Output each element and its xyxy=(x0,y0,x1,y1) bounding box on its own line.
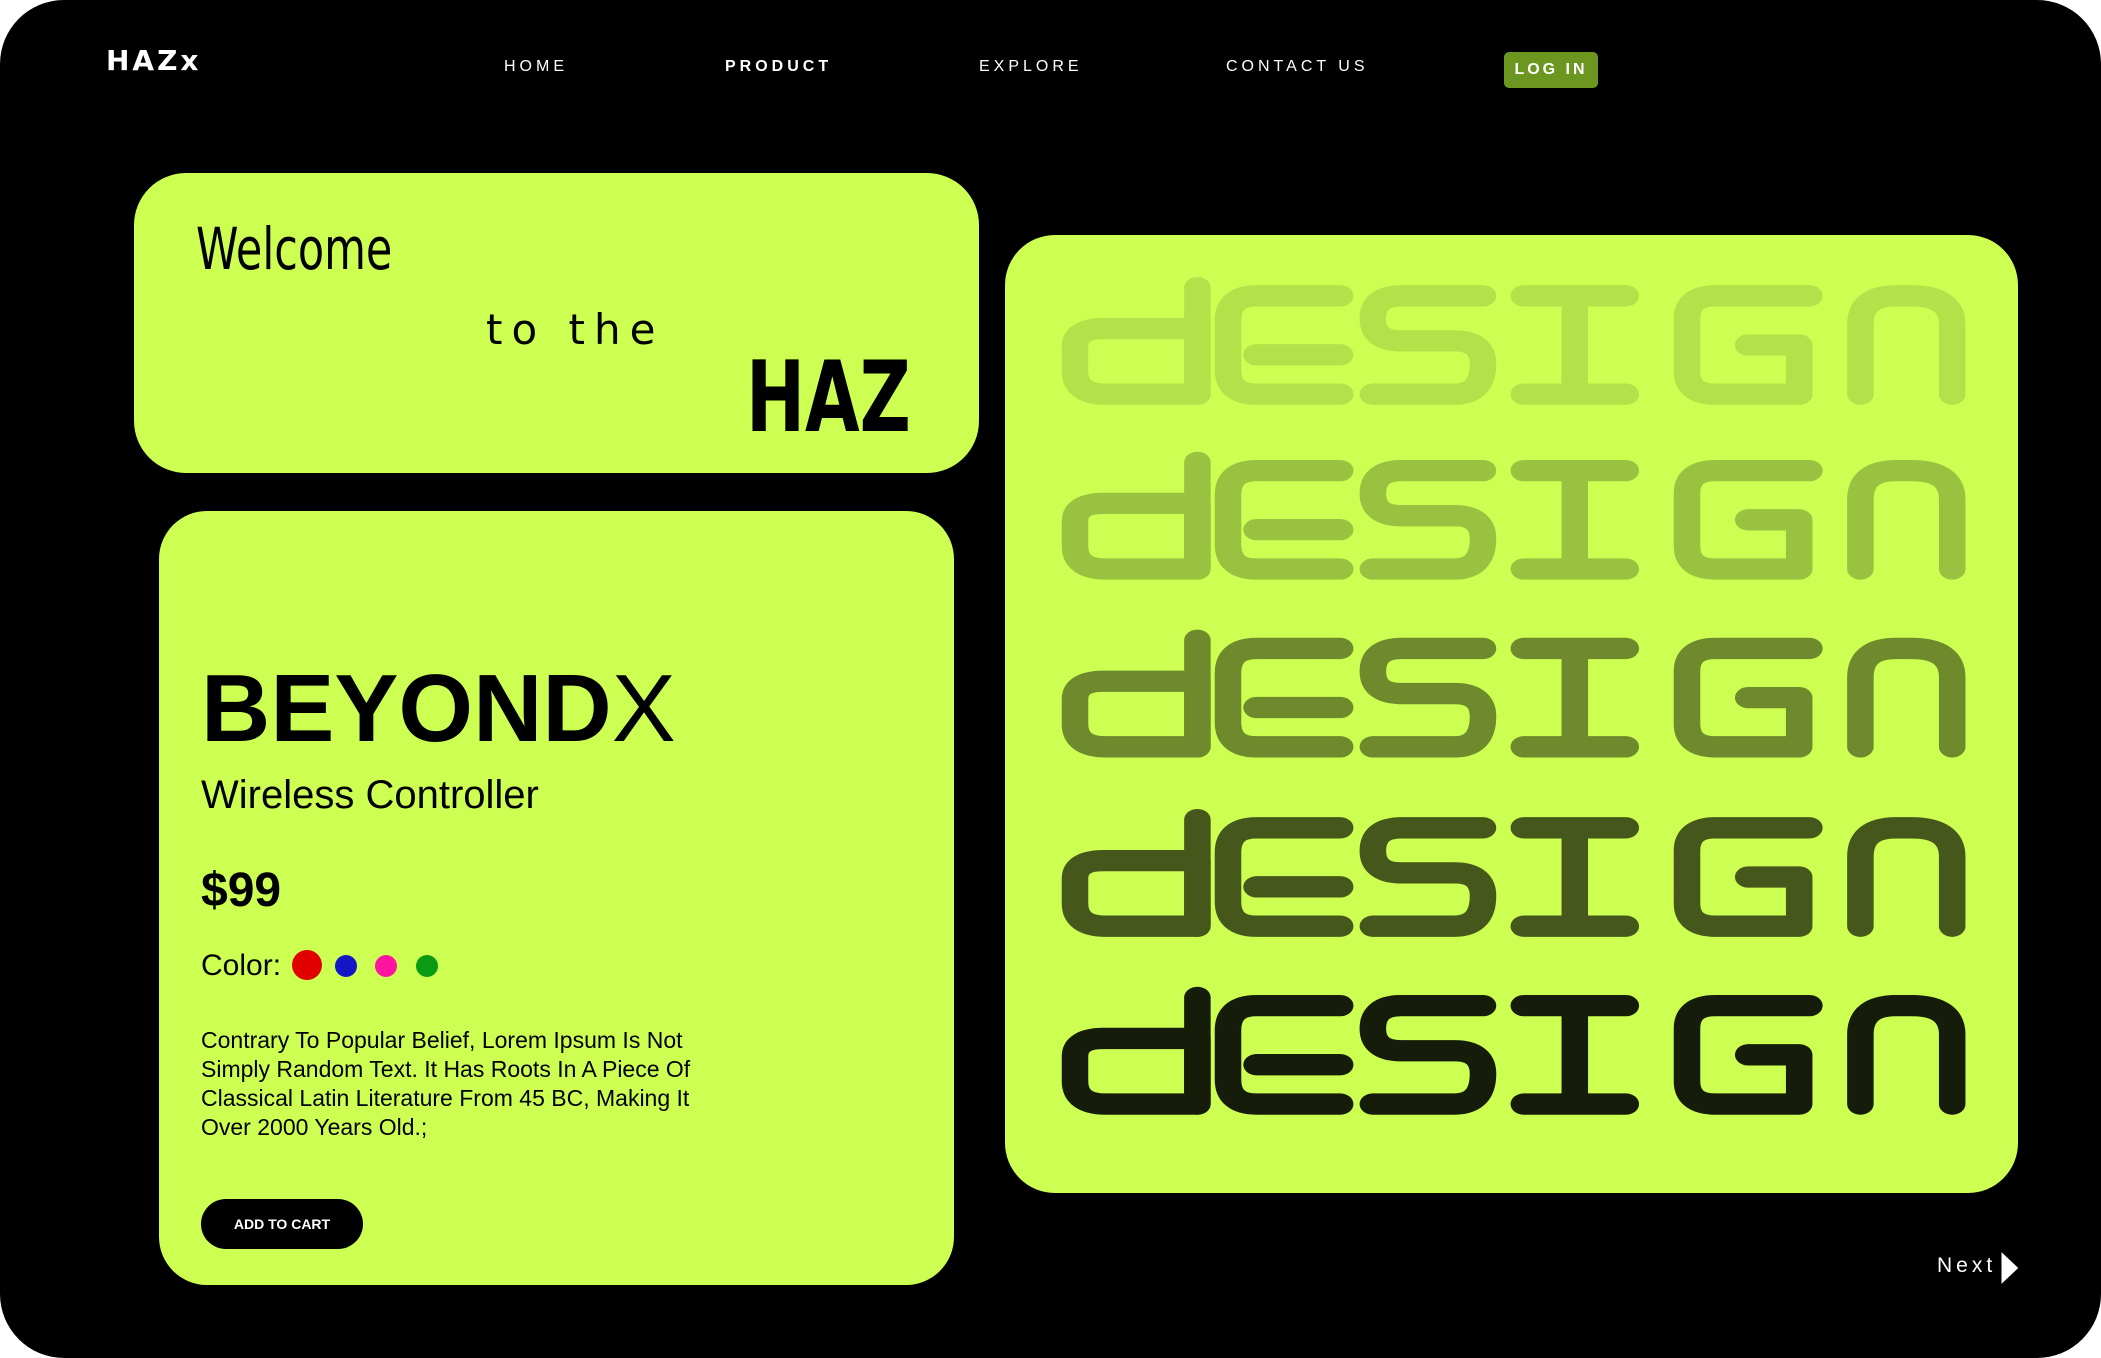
color-swatch-red[interactable] xyxy=(292,950,322,980)
nav-explore[interactable]: EXPLORE xyxy=(979,58,1083,76)
design-row-4 xyxy=(1061,808,1966,937)
design-letter xyxy=(1673,285,1823,405)
product-name-light: X xyxy=(611,655,676,762)
design-letter xyxy=(1847,459,1966,580)
welcome-line-1: Welcome xyxy=(196,215,393,283)
design-letter xyxy=(1847,817,1966,937)
design-showcase xyxy=(1005,235,2018,1193)
color-swatch-pink[interactable] xyxy=(375,955,397,977)
design-letter xyxy=(1214,285,1354,405)
design-letter xyxy=(1061,1027,1211,1115)
design-letter xyxy=(1673,459,1823,580)
product-card: BEYONDX Wireless Controller $99 Color: C… xyxy=(159,511,954,1285)
nav-contact-us[interactable]: CONTACT US xyxy=(1226,58,1369,76)
welcome-line-2: to the xyxy=(486,305,665,354)
welcome-line-3: HAZ xyxy=(746,341,911,455)
design-row-3 xyxy=(1061,629,1966,758)
design-letter xyxy=(1673,637,1823,758)
next-label[interactable]: Next xyxy=(1937,1254,1996,1278)
design-row-1 xyxy=(1061,276,1966,405)
design-letter xyxy=(1359,637,1497,758)
add-to-cart-button[interactable]: ADD TO CART xyxy=(201,1199,363,1249)
product-price: $99 xyxy=(201,864,282,917)
design-letter xyxy=(1847,994,1966,1115)
design-letter xyxy=(1847,285,1966,405)
product-subtitle: Wireless Controller xyxy=(201,773,539,817)
design-row-2 xyxy=(1061,451,1966,580)
design-letter xyxy=(1214,637,1354,758)
design-letter xyxy=(1673,817,1823,937)
design-row-5 xyxy=(1061,986,1966,1115)
design-letter xyxy=(1510,994,1640,1115)
color-swatch-blue[interactable] xyxy=(335,955,357,977)
color-label: Color: xyxy=(201,949,282,982)
logo[interactable]: HAZx xyxy=(106,44,201,77)
design-letter xyxy=(1359,459,1497,580)
product-name-bold: BEYOND xyxy=(201,655,612,762)
design-typography xyxy=(1061,276,1966,1115)
design-letter xyxy=(1061,492,1211,580)
next-arrow-icon[interactable] xyxy=(2000,1250,2020,1286)
login-button[interactable]: LOG IN xyxy=(1504,52,1598,88)
color-swatch-green[interactable] xyxy=(416,955,438,977)
design-letter xyxy=(1061,670,1211,758)
design-letter xyxy=(1359,285,1497,405)
product-name: BEYONDX xyxy=(201,661,676,757)
design-letter xyxy=(1673,994,1823,1115)
design-letter xyxy=(1510,459,1640,580)
product-description: Contrary To Popular Belief, Lorem Ipsum … xyxy=(201,1027,691,1140)
design-letter xyxy=(1061,849,1211,937)
welcome-card: Welcome to the HAZ xyxy=(134,173,979,473)
design-letter xyxy=(1359,817,1497,937)
design-letter xyxy=(1214,817,1354,937)
design-letter xyxy=(1510,817,1640,937)
nav-home[interactable]: HOME xyxy=(504,58,568,76)
design-letter xyxy=(1061,317,1211,405)
design-letter xyxy=(1847,637,1966,758)
app-frame: HAZx HOME PRODUCT EXPLORE CONTACT US LOG… xyxy=(0,0,2101,1358)
design-letter xyxy=(1214,459,1354,580)
design-letter xyxy=(1214,994,1354,1115)
design-letter xyxy=(1510,285,1640,405)
design-letter xyxy=(1359,994,1497,1115)
nav-product[interactable]: PRODUCT xyxy=(725,58,832,76)
design-letter xyxy=(1510,637,1640,758)
